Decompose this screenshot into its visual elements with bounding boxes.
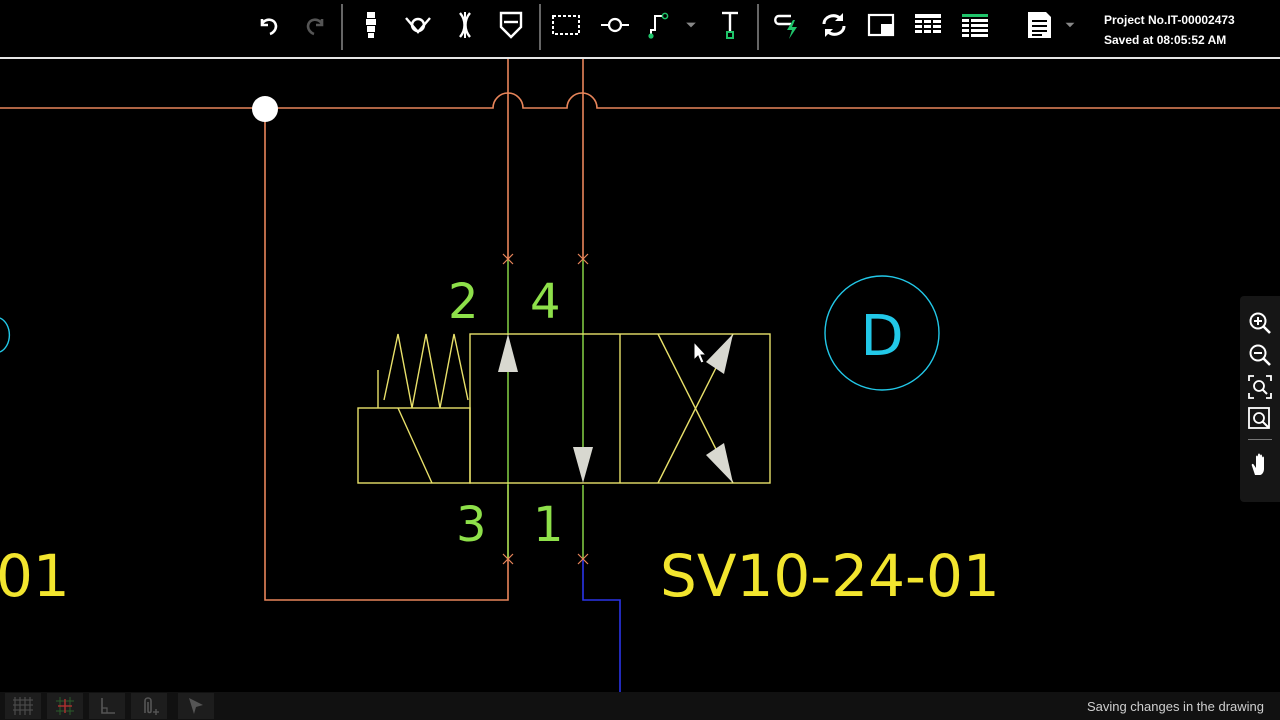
component-label-partial[interactable]: 01: [0, 542, 70, 610]
line-route-icon[interactable]: [643, 8, 677, 42]
zoom-fit-icon[interactable]: [1245, 372, 1275, 402]
snap-icon[interactable]: [47, 693, 83, 719]
chevron-down-icon[interactable]: [1059, 8, 1081, 42]
toolbar-divider: [341, 4, 343, 50]
zoom-panel: [1240, 296, 1280, 502]
select-arrow-icon[interactable]: [178, 693, 214, 719]
undo-icon[interactable]: [251, 8, 285, 42]
select-rectangle-icon[interactable]: [549, 8, 583, 42]
zoom-in-icon[interactable]: [1245, 308, 1275, 338]
port-label-4: 4: [530, 274, 561, 330]
text-icon[interactable]: [713, 8, 747, 42]
port-label-3: 3: [456, 497, 487, 553]
valve-symbol[interactable]: [357, 333, 771, 484]
cylinder-icon[interactable]: [494, 8, 528, 42]
zoom-panel-divider: [1248, 439, 1272, 440]
refresh-icon[interactable]: [817, 8, 851, 42]
frame-icon[interactable]: [864, 8, 898, 42]
ortho-icon[interactable]: [89, 693, 125, 719]
detail-marker: D: [860, 304, 903, 369]
project-info: Project No.IT-00002473 Saved at 08:05:52…: [1104, 10, 1235, 50]
component-label[interactable]: SV10-24-01: [660, 542, 1000, 610]
table-icon[interactable]: [911, 8, 945, 42]
toolbar-divider: [539, 4, 541, 50]
redo-icon[interactable]: [299, 8, 333, 42]
zoom-window-icon[interactable]: [1245, 404, 1275, 434]
list-table-icon[interactable]: [958, 8, 992, 42]
cartridge-icon[interactable]: [354, 8, 388, 42]
status-bar: Saving changes in the drawing: [0, 692, 1280, 720]
mouse-cursor-icon: [693, 340, 708, 364]
supply-line[interactable]: [0, 92, 1280, 109]
node-icon[interactable]: [598, 8, 632, 42]
project-number: Project No.IT-00002473: [1104, 13, 1235, 27]
drawing-canvas[interactable]: 2 4 3 1 SV10-24-01 01 D: [0, 59, 1280, 720]
port-label-2: 2: [448, 274, 479, 330]
check-valve-icon[interactable]: [401, 8, 435, 42]
top-toolbar: Project No.IT-00002473 Saved at 08:05:52…: [0, 0, 1280, 57]
toolbar-divider: [757, 4, 759, 50]
status-text: Saving changes in the drawing: [1086, 699, 1264, 714]
offscreen-marker-arc: [0, 317, 11, 353]
attach-icon[interactable]: [131, 693, 167, 719]
zoom-out-icon[interactable]: [1245, 340, 1275, 370]
spring-icon: [377, 333, 469, 409]
pan-hand-icon[interactable]: [1245, 449, 1275, 479]
orifice-icon[interactable]: [448, 8, 482, 42]
report-icon[interactable]: [1022, 8, 1056, 42]
port-label-1: 1: [533, 497, 564, 553]
junction-node[interactable]: [252, 96, 278, 122]
grid-icon[interactable]: [5, 693, 41, 719]
connect-icon[interactable]: [769, 8, 803, 42]
chevron-down-icon[interactable]: [679, 8, 703, 42]
saved-time: Saved at 08:05:52 AM: [1104, 33, 1227, 47]
